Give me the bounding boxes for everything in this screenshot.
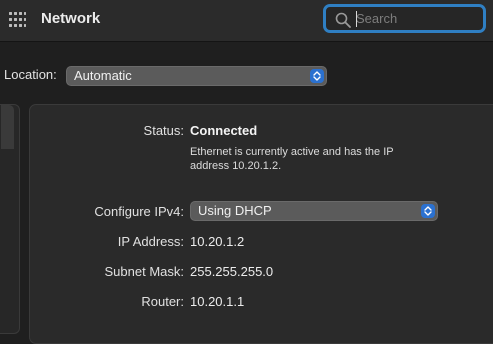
ip-address-label: IP Address: bbox=[117, 234, 184, 249]
chevron-updown-icon bbox=[421, 204, 435, 218]
details-panel bbox=[29, 104, 493, 344]
search-input[interactable] bbox=[356, 8, 480, 29]
service-list-selected-item[interactable] bbox=[1, 105, 14, 149]
toolbar: Network bbox=[0, 0, 493, 42]
chevron-updown-icon bbox=[310, 69, 324, 83]
window-title: Network bbox=[41, 10, 101, 27]
location-selected: Automatic bbox=[74, 68, 132, 83]
configure-ipv4-selected: Using DHCP bbox=[198, 203, 272, 218]
status-label: Status: bbox=[143, 123, 184, 138]
location-popup[interactable]: Automatic bbox=[66, 66, 327, 86]
service-list[interactable] bbox=[0, 104, 20, 334]
router-label: Router: bbox=[141, 294, 184, 309]
search-field[interactable] bbox=[323, 4, 486, 33]
status-description: Ethernet is currently active and has the… bbox=[190, 146, 394, 172]
grid-icon[interactable] bbox=[9, 12, 26, 27]
subnet-mask-label: Subnet Mask: bbox=[104, 264, 185, 279]
configure-ipv4-label: Configure IPv4: bbox=[94, 204, 184, 219]
status-value: Connected bbox=[190, 123, 258, 138]
text-caret bbox=[356, 11, 357, 27]
ip-address-value: 10.20.1.2 bbox=[190, 234, 245, 249]
location-label: Location: bbox=[4, 67, 57, 82]
subnet-mask-value: 255.255.255.0 bbox=[190, 264, 274, 279]
router-value: 10.20.1.1 bbox=[190, 294, 245, 309]
configure-ipv4-popup[interactable]: Using DHCP bbox=[190, 201, 438, 221]
search-icon bbox=[335, 12, 351, 28]
